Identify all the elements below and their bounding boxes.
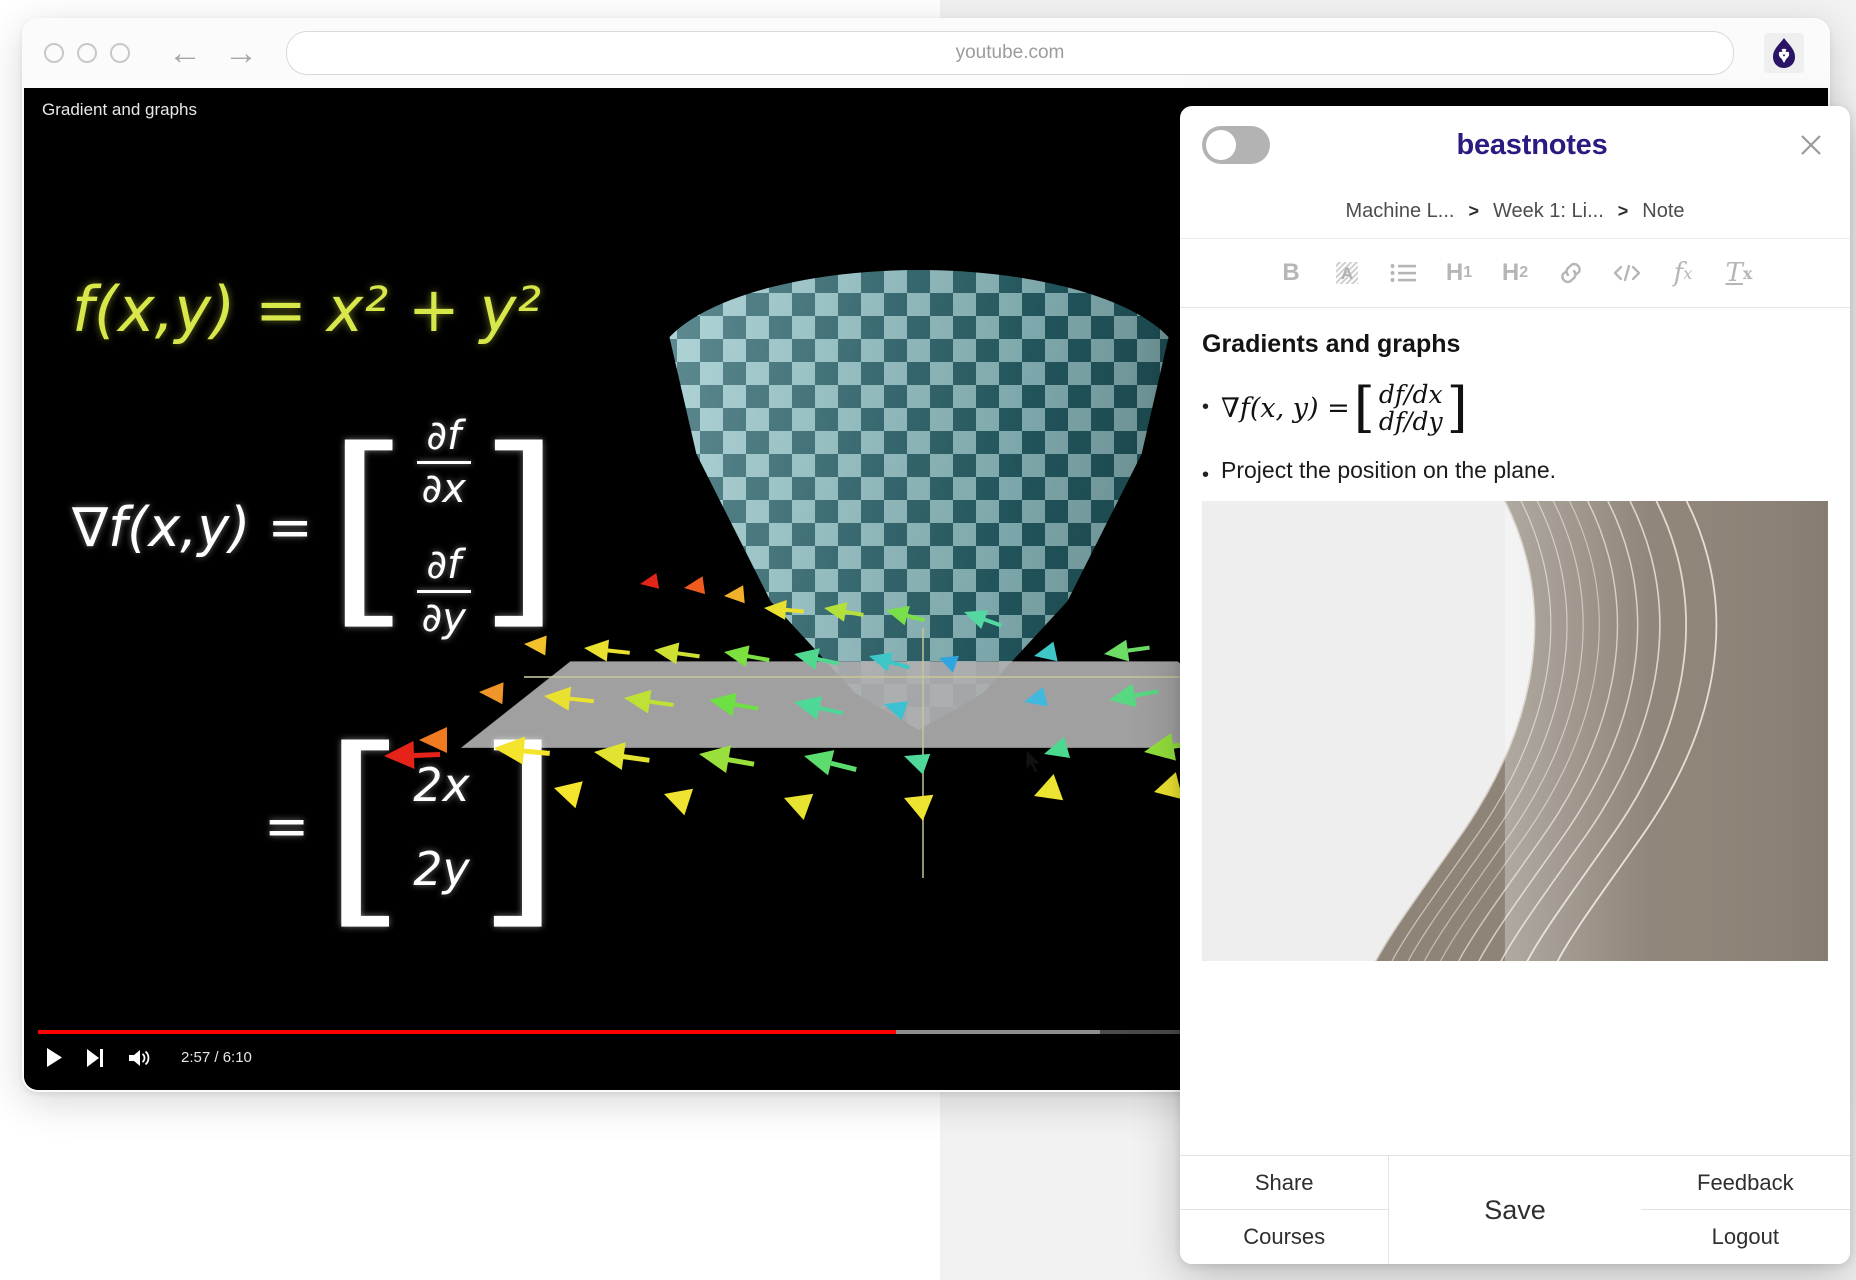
heading-2-icon[interactable]: H2	[1500, 255, 1530, 291]
maximize-window-button[interactable]	[110, 43, 130, 63]
address-bar[interactable]: youtube.com	[286, 31, 1734, 75]
heading-2-subscript: 2	[1519, 264, 1529, 281]
gradient-formula-lhs: ∇f(x, y) =	[1221, 392, 1350, 424]
link-icon[interactable]	[1556, 255, 1586, 291]
window-traffic-lights	[44, 43, 130, 63]
browser-chrome: ← → youtube.com	[22, 18, 1830, 88]
volume-icon[interactable]	[129, 1049, 151, 1067]
bullet-marker: •	[1202, 396, 1210, 418]
bullet-marker: •	[1202, 464, 1210, 486]
breadcrumb-separator-icon: >	[1468, 200, 1479, 221]
play-icon[interactable]	[46, 1048, 63, 1067]
close-icon[interactable]	[1794, 128, 1828, 162]
minimize-window-button[interactable]	[77, 43, 97, 63]
breadcrumb: Machine L... > Week 1: Li... > Note	[1180, 184, 1850, 239]
close-window-button[interactable]	[44, 43, 64, 63]
svg-text:A: A	[1341, 264, 1353, 283]
video-controls-row: 2:57 / 6:10	[46, 1048, 252, 1067]
feedback-button[interactable]: Feedback	[1640, 1156, 1850, 1210]
note-title: Gradients and graphs	[1202, 330, 1461, 358]
address-bar-text: youtube.com	[955, 42, 1065, 63]
highlight-icon[interactable]: A	[1332, 255, 1362, 291]
navigation-arrows: ← →	[168, 36, 258, 70]
gradient-formula: ∇f(x, y) = [ df/dx df/dy ]	[1221, 381, 1468, 435]
panel-toggle-knob	[1206, 130, 1236, 160]
note-bullet-2-text: Project the position on the plane.	[1221, 457, 1557, 483]
panel-toggle[interactable]	[1202, 126, 1270, 164]
clear-format-letter: T	[1725, 258, 1743, 288]
gradient-formula-rows: df/dx df/dy	[1379, 381, 1443, 435]
heading-1-subscript: 1	[1463, 264, 1473, 281]
note-bullet-text: • Project the position on the plane.	[1202, 449, 1828, 487]
note-attached-image	[1202, 501, 1828, 961]
share-button[interactable]: Share	[1180, 1156, 1390, 1210]
breadcrumb-item-course[interactable]: Machine L...	[1345, 200, 1454, 223]
save-button[interactable]: Save	[1389, 1156, 1641, 1264]
clear-format-subscript: x	[1742, 263, 1753, 283]
code-icon[interactable]	[1612, 255, 1642, 291]
clear-format-icon[interactable]: Tx	[1724, 255, 1754, 291]
mouse-cursor-icon	[1024, 747, 1044, 781]
breadcrumb-separator-icon: >	[1617, 200, 1629, 221]
formula-subscript: x	[1683, 263, 1693, 283]
formula-bracket-close-icon: ]	[1446, 376, 1468, 440]
formula-bracket-open-icon: [	[1353, 376, 1375, 440]
video-title: Gradient and graphs	[42, 100, 197, 119]
courses-button[interactable]: Courses	[1180, 1210, 1390, 1264]
formula-icon[interactable]: fx	[1668, 255, 1698, 291]
gradient-formula-row-2: df/dy	[1378, 407, 1443, 436]
breadcrumb-item-note[interactable]: Note	[1642, 200, 1684, 223]
next-track-icon[interactable]	[87, 1048, 105, 1067]
panel-footer: Share Save Feedback Courses Logout	[1180, 1155, 1850, 1264]
bullet-list-icon[interactable]	[1388, 255, 1418, 291]
beastnotes-flame-icon[interactable]	[1764, 33, 1804, 73]
breadcrumb-item-week[interactable]: Week 1: Li...	[1493, 200, 1604, 223]
video-time-display: 2:57 / 6:10	[181, 1049, 252, 1066]
forward-arrow-icon[interactable]: →	[224, 36, 258, 70]
editor-toolbar: B A H1 H 2 f x T x	[1180, 239, 1850, 308]
note-bullet-math: • ∇f(x, y) = [ df/dx df/dy ]	[1202, 381, 1828, 435]
panel-header: beastnotes	[1180, 106, 1850, 184]
logout-button[interactable]: Logout	[1640, 1210, 1850, 1264]
beastnotes-panel: beastnotes Machine L... > Week 1: Li... …	[1180, 106, 1850, 1264]
beastnotes-brand-title: beastnotes	[1456, 128, 1608, 161]
gradient-formula-row-1: df/dx	[1378, 380, 1443, 409]
screen: ← → youtube.com Gradient and graphs f(x,…	[0, 0, 1856, 1280]
bold-icon[interactable]: B	[1276, 255, 1306, 291]
heading-1-icon[interactable]: H1	[1444, 255, 1474, 291]
note-body[interactable]: Gradients and graphs • ∇f(x, y) = [ df/d…	[1180, 308, 1850, 1155]
back-arrow-icon[interactable]: ←	[168, 36, 202, 70]
video-progress-played	[38, 1030, 897, 1034]
